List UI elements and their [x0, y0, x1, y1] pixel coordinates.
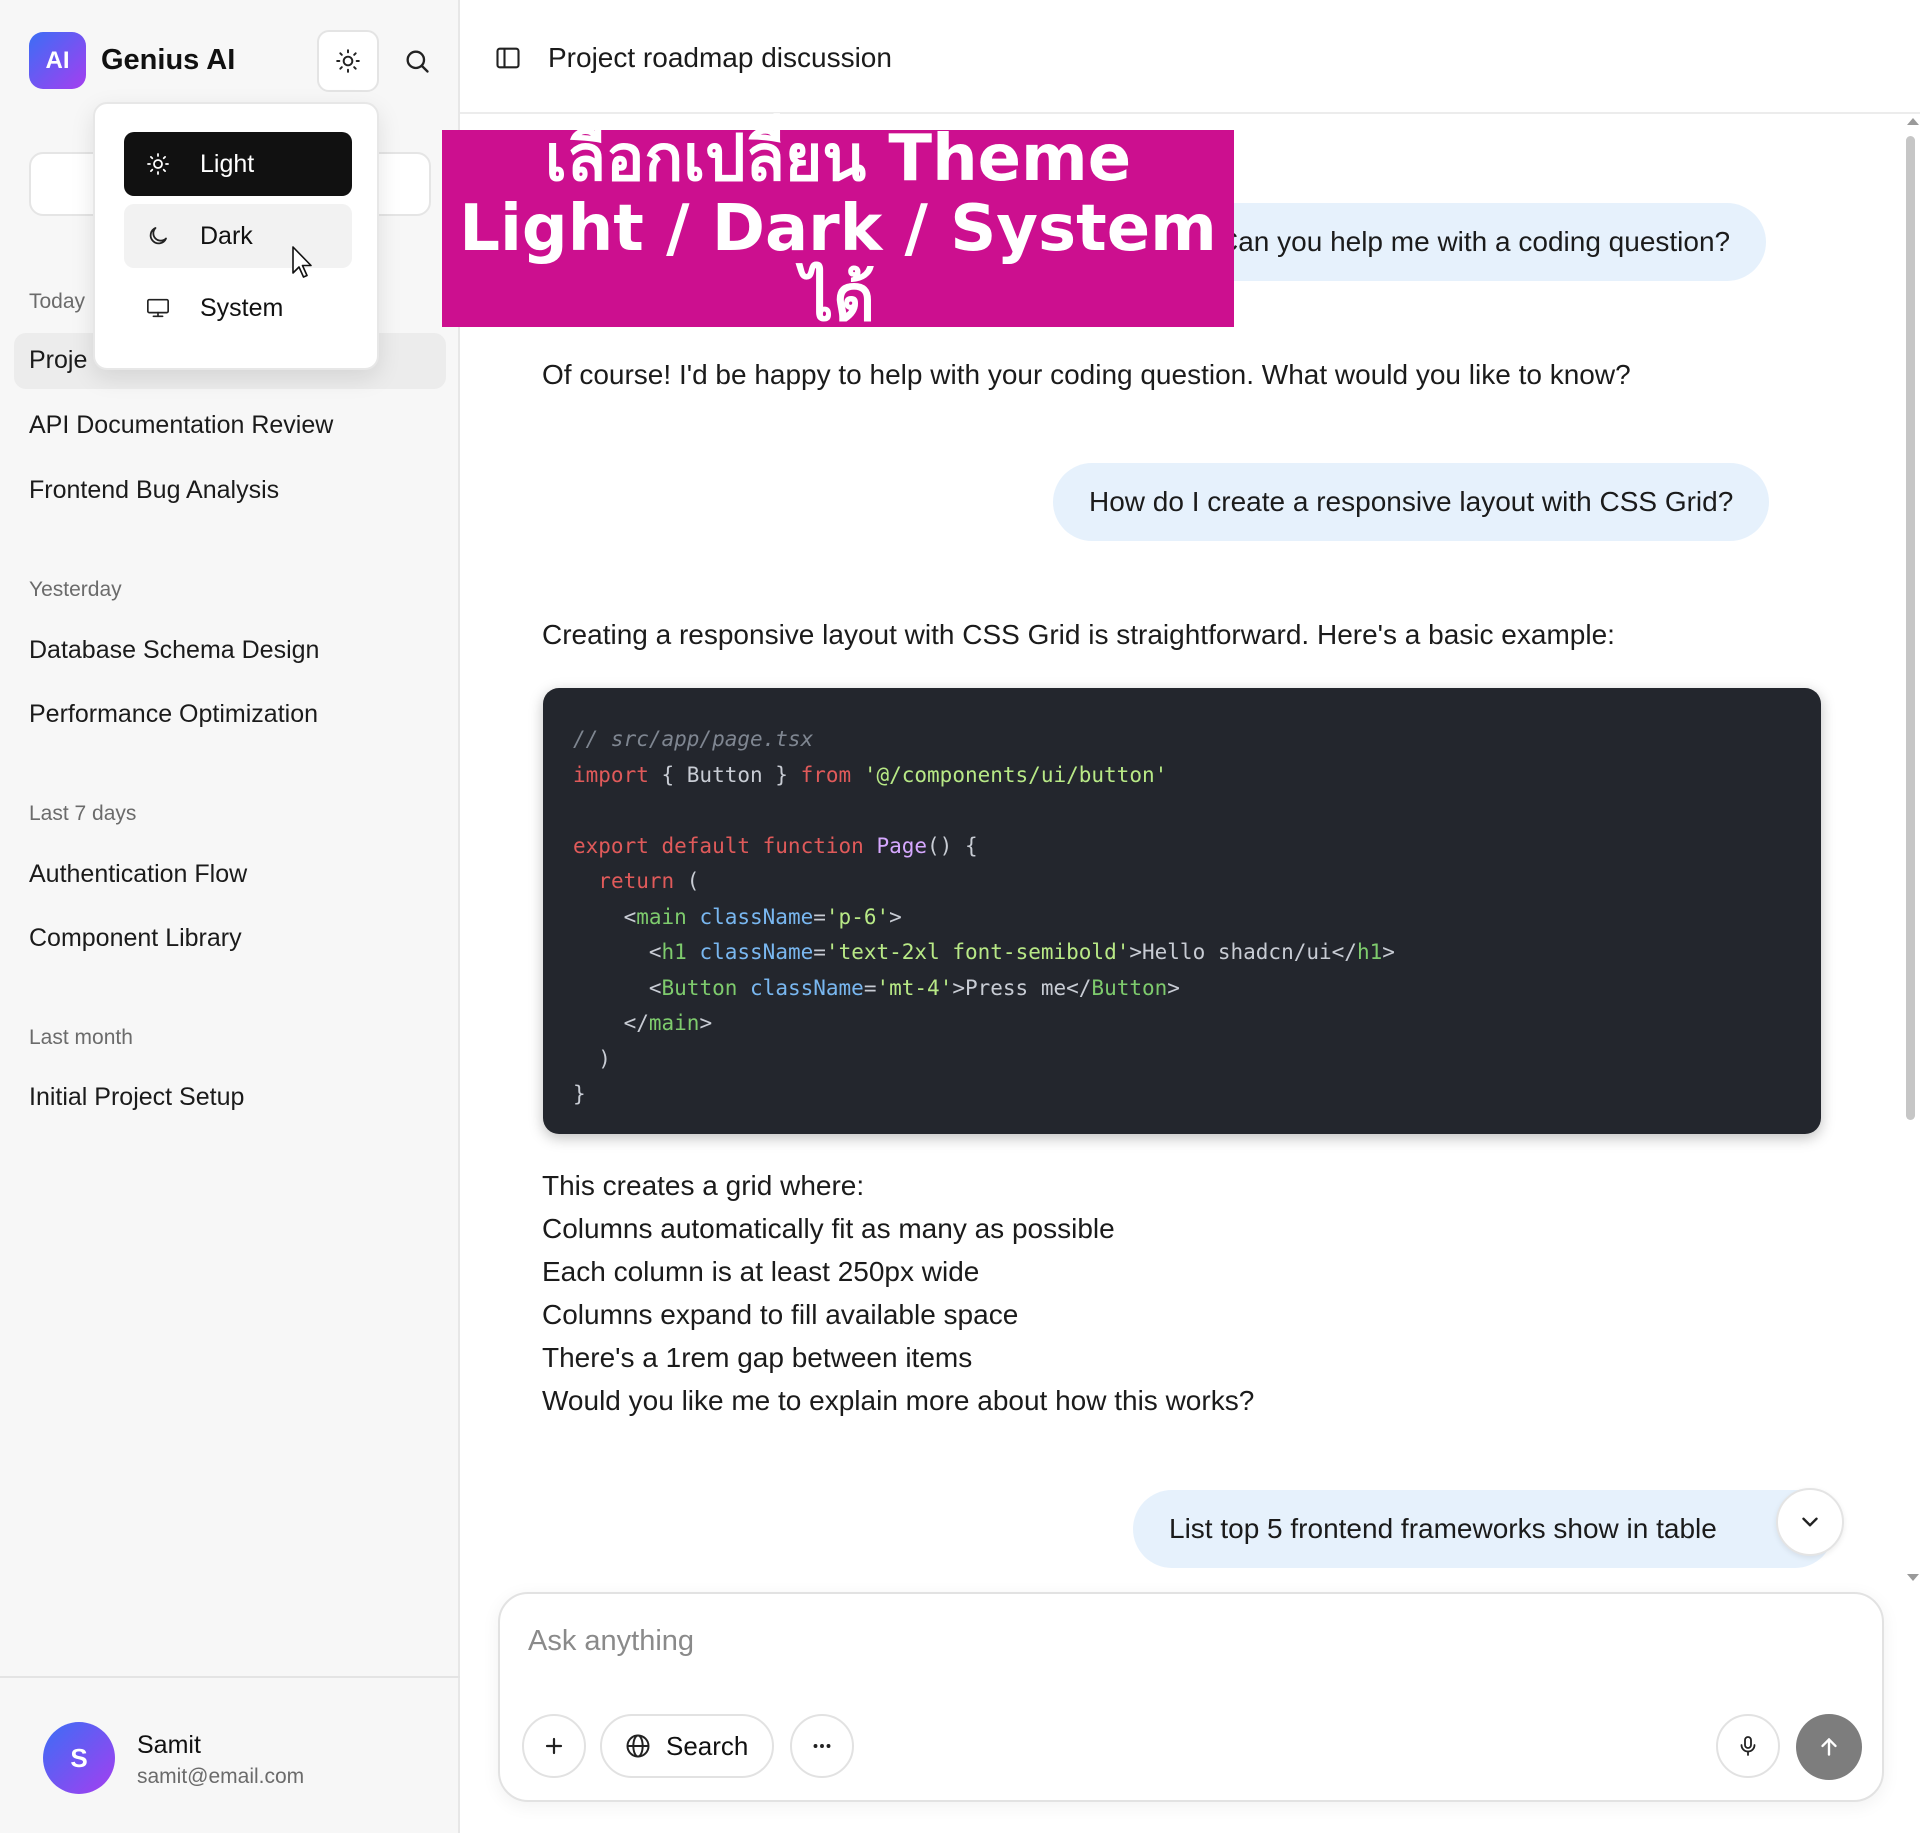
scroll-to-bottom-button[interactable]	[1776, 1488, 1844, 1556]
voice-input-button[interactable]	[1716, 1714, 1780, 1778]
web-search-label: Search	[666, 1730, 749, 1761]
section-label-last-7-days: Last 7 days	[29, 802, 137, 825]
theme-option-label: Light	[200, 149, 255, 178]
code-line: import { Button } from '@/components/ui/…	[573, 762, 1168, 787]
app-title: Genius AI	[101, 44, 236, 76]
theme-menu: Light Dark System	[93, 102, 379, 370]
sidebar-item-auth-flow[interactable]: Authentication Flow	[29, 860, 247, 889]
sidebar-item-frontend-bug[interactable]: Frontend Bug Analysis	[29, 476, 279, 505]
avatar: S	[43, 1722, 115, 1794]
sidebar-item-initial-setup[interactable]: Initial Project Setup	[29, 1083, 244, 1112]
conversation-title: Project roadmap discussion	[548, 42, 892, 73]
assistant-message-intro: Creating a responsive layout with CSS Gr…	[542, 619, 1615, 650]
more-horizontal-icon	[813, 1744, 831, 1748]
sidebar-search-button[interactable]	[392, 30, 442, 92]
assistant-message: Of course! I'd be happy to help with you…	[542, 359, 1631, 390]
user-profile[interactable]: S Samit samit@email.com	[0, 1676, 460, 1833]
assistant-text-line: Columns expand to fill available space	[542, 1299, 1019, 1330]
app-logo: AI	[29, 32, 86, 89]
sun-icon	[146, 152, 170, 176]
code-line: )	[573, 1046, 611, 1071]
sidebar-item-database-schema[interactable]: Database Schema Design	[29, 636, 319, 665]
theme-option-label: System	[200, 293, 284, 322]
sidebar-item-api-docs[interactable]: API Documentation Review	[29, 411, 333, 440]
assistant-text-line: There's a 1rem gap between items	[542, 1342, 973, 1373]
chat-composer: Search	[498, 1592, 1884, 1802]
assistant-text-line: Columns automatically fit as many as pos…	[542, 1213, 1115, 1244]
theme-option-dark[interactable]: Dark	[124, 204, 352, 268]
monitor-icon	[146, 296, 170, 320]
theme-option-light[interactable]: Light	[124, 132, 352, 196]
plus-icon	[545, 1737, 563, 1755]
moon-icon	[146, 224, 170, 248]
sun-icon	[336, 49, 360, 73]
search-icon	[406, 50, 429, 73]
theme-option-label: Dark	[200, 221, 253, 250]
scroll-up-arrow-icon[interactable]	[1907, 118, 1919, 125]
globe-icon	[624, 1732, 652, 1760]
section-label-last-month: Last month	[29, 1026, 133, 1049]
chevron-down-icon	[1802, 1517, 1818, 1527]
send-button[interactable]	[1796, 1714, 1862, 1780]
mouse-cursor-icon	[292, 246, 312, 278]
web-search-button[interactable]: Search	[600, 1714, 774, 1778]
scrollbar-thumb[interactable]	[1906, 136, 1915, 1120]
chat-input[interactable]	[528, 1616, 1848, 1666]
user-message: How do I create a responsive layout with…	[1053, 463, 1770, 541]
code-line: // src/app/page.tsx	[573, 727, 814, 751]
code-line: <h1 className='text-2xl font-semibold'>H…	[573, 940, 1395, 964]
user-email: samit@email.com	[137, 1765, 305, 1788]
more-options-button[interactable]	[790, 1714, 854, 1778]
sidebar-item-performance[interactable]: Performance Optimization	[29, 700, 318, 729]
banner-line-1: เลือกเปลี่ยน Theme	[544, 121, 1132, 196]
sidebar-item-label: Proje	[29, 346, 88, 374]
app-root: AI Genius AI Today Proje API Documentati…	[0, 0, 1920, 1833]
code-line: <main className='p-6'>	[573, 904, 902, 929]
assistant-text-line: Would you like me to explain more about …	[542, 1385, 1255, 1416]
theme-option-system[interactable]: System	[124, 276, 352, 340]
assistant-text-line: This creates a grid where:	[542, 1170, 865, 1201]
assistant-text-line: Each column is at least 250px wide	[542, 1256, 980, 1287]
user-name: Samit	[137, 1731, 201, 1759]
sidebar-toggle-icon[interactable]	[494, 44, 522, 72]
code-line: export default function Page() {	[573, 833, 978, 858]
code-line: </main>	[573, 1011, 713, 1035]
sidebar-item-component-library[interactable]: Component Library	[29, 924, 242, 953]
user-message: List top 5 frontend frameworks show in t…	[1133, 1490, 1834, 1568]
code-line: }	[573, 1082, 586, 1106]
section-label-today: Today	[29, 290, 86, 313]
chat-header: Project roadmap discussion	[460, 0, 1920, 114]
theme-toggle-button[interactable]	[317, 30, 379, 92]
code-line: <Button className='mt-4'>Press me</Butto…	[573, 975, 1180, 1000]
code-line: return (	[598, 869, 700, 893]
section-label-yesterday: Yesterday	[29, 578, 122, 601]
banner-line-2: Light / Dark / System ได้	[459, 191, 1217, 336]
scroll-down-arrow-icon[interactable]	[1907, 1574, 1919, 1581]
microphone-icon	[1740, 1736, 1756, 1756]
code-block: // src/app/page.tsx import { Button } fr…	[543, 688, 1821, 1134]
arrow-up-icon	[1821, 1738, 1837, 1756]
user-message: Can you help me with a coding question?	[1182, 203, 1767, 281]
add-attachment-button[interactable]	[522, 1714, 586, 1778]
theme-annotation-banner: เลือกเปลี่ยน Theme Light / Dark / System…	[442, 124, 1234, 334]
